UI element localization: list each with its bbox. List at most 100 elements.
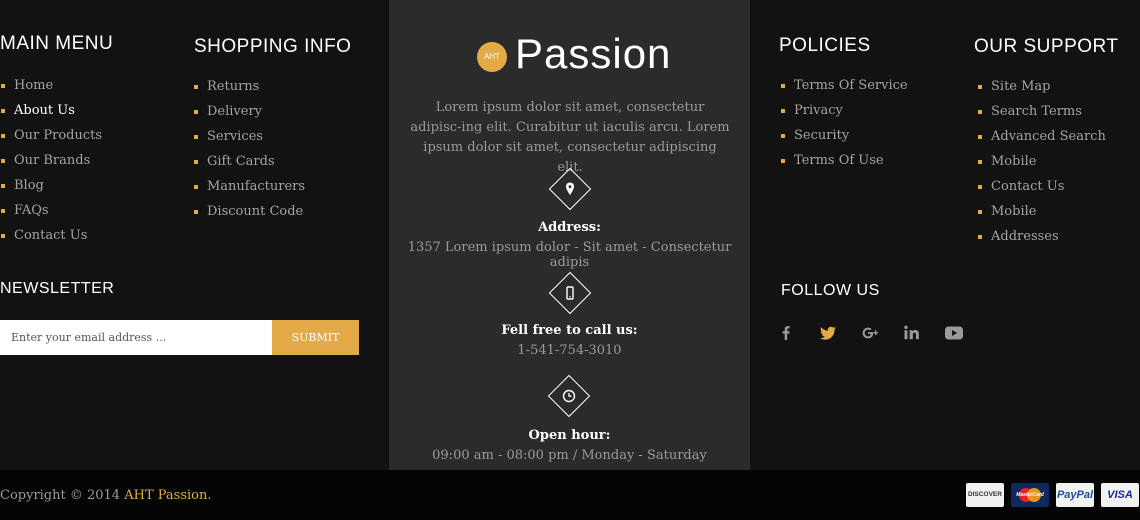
hours-label: Open hour: [528,428,611,443]
main-menu-item-home[interactable]: Home [0,73,102,98]
bullet-icon [194,210,198,214]
support-link[interactable]: Mobile [991,154,1036,169]
shopping-info-item-returns[interactable]: Returns [193,74,305,99]
policies-link[interactable]: Security [794,128,849,143]
shopping-info-item-discount-code[interactable]: Discount Code [193,199,305,224]
shopping-info-item-manufacturers[interactable]: Manufacturers [193,174,305,199]
main-menu-item-faqs[interactable]: FAQs [0,198,102,223]
policies-item-terms-of-use[interactable]: Terms Of Use [780,148,908,173]
bullet-icon [1,184,5,188]
policies-item-security[interactable]: Security [780,123,908,148]
center-description: Lorem ipsum dolor sit amet, consectetur … [410,100,730,175]
main-menu-item-about-us[interactable]: About Us [0,98,102,123]
bullet-icon [1,234,5,238]
bullet-icon [978,85,982,89]
main-menu-link[interactable]: Blog [14,178,44,193]
policies-item-terms-of-service[interactable]: Terms Of Service [780,73,908,98]
bullet-icon [1,209,5,213]
our-support-title: OUR SUPPORT [974,36,1119,57]
mastercard-icon: MasterCard [1011,483,1049,507]
support-link[interactable]: Search Terms [991,104,1082,119]
address-label: Address: [538,220,601,235]
shopping-info-link[interactable]: Returns [207,79,259,94]
newsletter-submit-button[interactable]: SUBMIT [272,320,359,355]
shopping-info-link[interactable]: Delivery [207,104,262,119]
support-item-addresses[interactable]: Addresses [977,224,1106,249]
support-link[interactable]: Mobile [991,204,1036,219]
newsletter-email-input[interactable] [0,320,272,355]
discover-card-icon: DISCOVER [966,483,1004,507]
bullet-icon [978,235,982,239]
support-link[interactable]: Addresses [991,229,1059,244]
copyright-text: Copyright © 2014 AHT Passion. [0,488,212,503]
facebook-icon[interactable] [776,323,796,343]
support-item-search-terms[interactable]: Search Terms [977,99,1106,124]
follow-us-title: FOLLOW US [781,282,880,299]
shopping-info-item-delivery[interactable]: Delivery [193,99,305,124]
bullet-icon [194,135,198,139]
bullet-icon [781,159,785,163]
shopping-info-link[interactable]: Manufacturers [207,179,305,194]
shopping-info-item-services[interactable]: Services [193,124,305,149]
support-link[interactable]: Contact Us [991,179,1064,194]
main-menu-link[interactable]: Home [14,78,53,93]
linkedin-icon[interactable] [902,323,922,343]
bullet-icon [978,185,982,189]
policies-link[interactable]: Terms Of Service [794,78,908,93]
bullet-icon [978,110,982,114]
shopping-info-link[interactable]: Discount Code [207,204,303,219]
shopping-info-link[interactable]: Gift Cards [207,154,275,169]
newsletter-title: NEWSLETTER [0,280,115,297]
bullet-icon [1,84,5,88]
bullet-icon [1,159,5,163]
shopping-info-list: Returns Delivery Services Gift Cards Man… [193,74,305,224]
bullet-icon [978,210,982,214]
mobile-phone-icon [566,286,574,300]
main-menu-link[interactable]: Contact Us [14,228,87,243]
logo-badge: AHT [477,42,507,72]
policies-item-privacy[interactable]: Privacy [780,98,908,123]
shopping-info-link[interactable]: Services [207,129,263,144]
phone-label: Fell free to call us: [501,323,638,338]
address-value: 1357 Lorem ipsum dolor - Sit amet - Cons… [407,240,732,270]
youtube-icon[interactable] [944,323,964,343]
main-menu-link[interactable]: About Us [14,103,75,118]
support-item-contact-us[interactable]: Contact Us [977,174,1106,199]
visa-card-icon: VISA [1101,483,1139,507]
main-menu-item-our-products[interactable]: Our Products [0,123,102,148]
google-plus-icon[interactable] [861,323,881,343]
main-menu-item-contact-us[interactable]: Contact Us [0,223,102,248]
policies-link[interactable]: Terms Of Use [794,153,884,168]
policies-link[interactable]: Privacy [794,103,843,118]
policies-list: Terms Of Service Privacy Security Terms … [780,73,908,173]
shopping-info-title: SHOPPING INFO [194,36,352,57]
copyright-suffix: . [207,488,212,503]
phone-value: 1-541-754-3010 [517,343,622,358]
logo-text: Passion [515,30,672,77]
clock-icon [562,389,576,403]
hours-value: 09:00 am - 08:00 pm / Monday - Saturday [432,448,707,463]
bullet-icon [1,134,5,138]
support-item-mobile[interactable]: Mobile [977,199,1106,224]
main-menu-link[interactable]: FAQs [14,203,49,218]
support-item-site-map[interactable]: Site Map [977,74,1106,99]
main-menu-item-blog[interactable]: Blog [0,173,102,198]
bullet-icon [194,185,198,189]
shopping-info-item-gift-cards[interactable]: Gift Cards [193,149,305,174]
main-menu-item-our-brands[interactable]: Our Brands [0,148,102,173]
main-menu-link[interactable]: Our Brands [14,153,90,168]
main-menu-list: Home About Us Our Products Our Brands Bl… [0,73,102,248]
copyright-brand-link[interactable]: AHT Passion [124,488,207,503]
support-item-advanced-search[interactable]: Advanced Search [977,124,1106,149]
support-link[interactable]: Advanced Search [991,129,1106,144]
main-menu-link[interactable]: Our Products [14,128,102,143]
mastercard-label: MasterCard [1016,492,1044,498]
bullet-icon [194,85,198,89]
support-link[interactable]: Site Map [991,79,1051,94]
bullet-icon [781,84,785,88]
bullet-icon [194,110,198,114]
support-item-mobile[interactable]: Mobile [977,149,1106,174]
twitter-icon[interactable] [818,323,838,343]
map-pin-icon [566,182,574,195]
newsletter-form: SUBMIT [0,320,359,355]
